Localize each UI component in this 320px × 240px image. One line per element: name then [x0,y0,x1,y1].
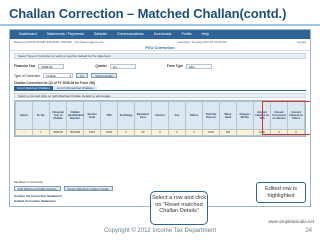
table-cell [236,129,254,136]
last-login: Last login: 31-Aug-2012 10:31:00 PM [177,40,227,44]
reset-hint-callout: Select a row and click on "Reset matched… [150,191,208,225]
row-select-radio[interactable]: ○ [15,129,33,136]
column-header: Interest [151,101,169,130]
column-header: TDS [100,101,118,130]
nav-communications[interactable]: Communications [112,30,149,39]
page-heading: FVU Correction [10,45,310,51]
table-cell: 1030 [253,129,271,136]
challan-tabs: List of Matched Challans List of Unmatch… [14,86,306,91]
column-header: Amount Claimed as Others [287,101,305,130]
table-cell: 0 [287,129,305,136]
correction-type-selected: Challan [46,74,57,78]
nav-help[interactable]: Help [197,30,214,39]
table-cell: 0 [117,129,135,136]
challan-action-buttons: Edit Matched Challan Details Reset Match… [14,186,113,191]
column-header: Financial Year of Challan [49,101,67,130]
column-header: Education Cess [134,101,152,130]
footer-copyright: Copyright © 2012 Income Tax Department [103,228,217,234]
footer-website: www.simpletaxindia.net [268,219,314,224]
form-type-value: 26Q [185,63,212,69]
column-header: Surcharge [117,101,135,130]
table-cell: 0 [151,129,169,136]
edited-row-callout: Edited row is highlighted [256,182,306,203]
submit-statement-link[interactable]: Submit Correction Statement [14,199,62,204]
column-header: Section Code [83,101,101,130]
nav-defaults[interactable]: Defaults [89,30,112,39]
table-cell: 0 [270,129,288,136]
quarter-value: Q1 [109,63,136,69]
slide-title: Challan Correction – Matched Challan(con… [9,6,287,21]
column-header: Fee [168,101,186,130]
table-cell: 200 [219,129,237,136]
column-header: Amount Claimed as TDS [253,101,271,130]
statement-parameters: Financial Year 2008-09 Quarter Q1 Form T… [14,61,306,71]
financial-year-label: Financial Year [14,64,36,68]
table-row[interactable]: ○ 1 2008-09 0510308 194C 1000 0 30 0 0 0… [15,129,305,136]
table-cell: 1 [32,129,50,136]
nav-downloads[interactable]: Downloads [149,30,177,39]
column-header: Others [185,101,203,130]
edit-matched-challan-button[interactable]: Edit Matched Challan Details [14,186,61,191]
modified-in-correction-label: Modified in Correction [14,180,44,184]
nav-profile[interactable]: Profile [176,30,196,39]
table-cell: 2008-09 [49,129,67,136]
column-header: Minor Head [219,101,237,130]
chevron-down-icon: ▾ [69,74,72,78]
table-cell: 0 [185,129,203,136]
nav-dashboard[interactable]: Dashboard [14,30,42,39]
tab-unmatched-challans[interactable]: List of Unmatched Challans [53,86,97,90]
select-row-instruction: Select a row and click on 'Edit Matched … [14,93,306,98]
correction-type-row: Type of Correction Challan ▾ Go Show Det… [14,72,306,79]
column-header: Select [15,101,33,130]
title-divider [0,24,320,26]
column-header: Challan Identification Number [66,101,84,130]
table-cell: 30 [134,129,152,136]
portal-screenshot: Dashboard Statements / Payments Defaults… [9,29,311,207]
page-number: 24 [305,228,312,234]
go-button[interactable]: Go [76,73,89,78]
form-type-label: Form Type [166,64,183,68]
statement-links: Archive the Correction Statement Submit … [14,194,62,204]
column-header: Cheque / DD No. [236,101,254,130]
table-cell: 1030 [202,129,220,136]
reset-matched-challan-button[interactable]: Reset Matched Challan Details [63,186,113,191]
show-details-button[interactable]: Show Details [91,73,117,78]
correction-type-label: Type of Correction [14,73,41,78]
table-cell: 194C [83,129,101,136]
welcome-text: Welcome RSOLLD7081 PRIVATE LIMITED , You… [14,40,108,44]
correction-type-select[interactable]: Challan ▾ [43,73,74,78]
matched-challan-table: Select Sr. No. Financial Year of Challan… [14,100,310,137]
column-header: Sr. No. [32,101,50,130]
financial-year-value: 2008-09 [38,63,65,69]
column-header: Total Tax Deposit [202,101,220,130]
table-cell: 0510308 [66,129,84,136]
table-cell: 1000 [100,129,118,136]
top-navigation: Dashboard Statements / Payments Defaults… [10,30,310,39]
nav-statements-payments[interactable]: Statements / Payments [42,30,89,39]
table-header-row: Select Sr. No. Financial Year of Challan… [15,101,305,130]
table-cell: 0 [168,129,186,136]
column-header: Amount Consumed as Interest [270,101,288,130]
quarter-label: Quarter [95,64,107,68]
tab-matched-challans[interactable]: List of Matched Challans [14,86,53,90]
logout-link[interactable]: Logout [297,40,306,44]
info-bar: Select Type of Correction to work on ano… [14,53,306,59]
